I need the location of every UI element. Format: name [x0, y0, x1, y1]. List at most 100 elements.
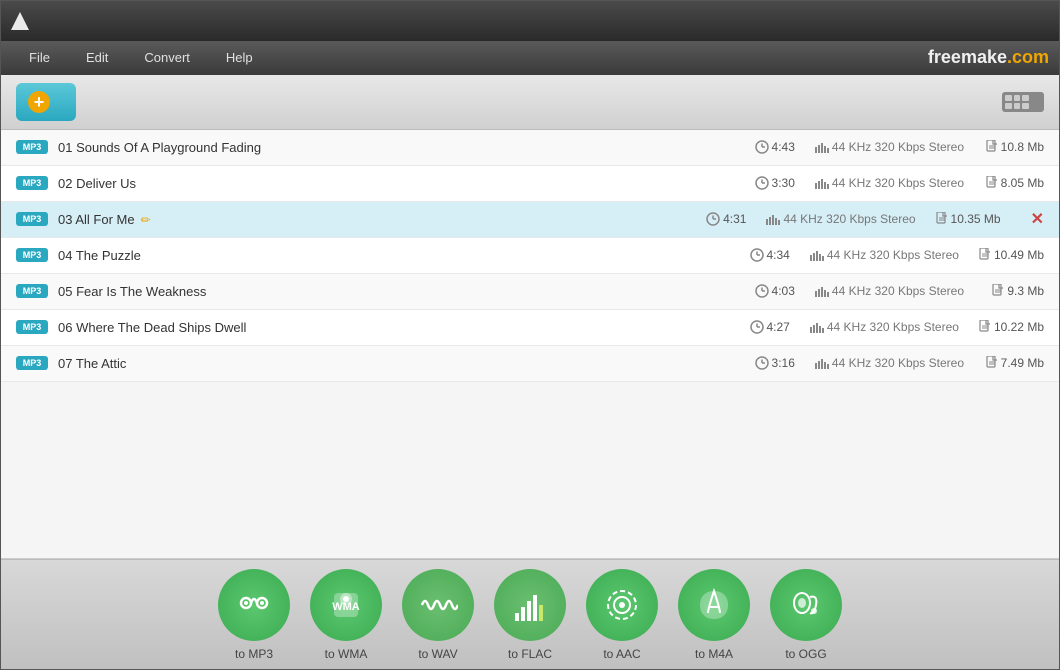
- file-name: 07 The Attic: [58, 356, 755, 371]
- menu-edit[interactable]: Edit: [68, 44, 126, 71]
- file-list-area: MP3 01 Sounds Of A Playground Fading 4:4…: [1, 130, 1059, 559]
- file-meta: 4:03 44 KHz 320 Kbps Stereo 9.3 Mb: [755, 284, 1044, 299]
- duration-icon: [755, 176, 769, 190]
- menu-convert[interactable]: Convert: [126, 44, 208, 71]
- file-duration: 4:31: [706, 212, 746, 227]
- mp3-badge: MP3: [16, 140, 48, 154]
- table-row[interactable]: MP3 03 All For Me✏ 4:31 44 KHz 320 Kbps …: [1, 202, 1059, 238]
- file-quality: 44 KHz 320 Kbps Stereo: [815, 140, 964, 154]
- convert-to-mp3-button[interactable]: to MP3: [218, 569, 290, 661]
- wav-label: to WAV: [418, 647, 457, 661]
- file-name: 06 Where The Dead Ships Dwell: [58, 320, 750, 335]
- menu-file[interactable]: File: [11, 44, 68, 71]
- app-window: File Edit Convert Help freemake.com +: [0, 0, 1060, 670]
- flac-label: to FLAC: [508, 647, 552, 661]
- title-bar-left: [9, 10, 39, 32]
- quality-icon: [766, 215, 780, 225]
- title-controls: [991, 13, 1051, 29]
- mp3-icon: [218, 569, 290, 641]
- mp3-icon-svg: [234, 585, 274, 625]
- convert-to-m4a-button[interactable]: to M4A: [678, 569, 750, 661]
- restore-button[interactable]: [1013, 13, 1029, 29]
- file-duration: 3:16: [755, 356, 795, 371]
- toggle-switch[interactable]: [1002, 92, 1044, 112]
- file-quality: 44 KHz 320 Kbps Stereo: [815, 284, 964, 298]
- file-size: 10.49 Mb: [979, 248, 1044, 263]
- duration-icon: [706, 212, 720, 226]
- edit-icon[interactable]: ✏: [141, 213, 151, 227]
- size-icon: [986, 140, 998, 154]
- toggle-off-label: [1032, 92, 1044, 112]
- convert-to-wma-button[interactable]: WMA to WMA: [310, 569, 382, 661]
- convert-to-ogg-button[interactable]: to OGG: [770, 569, 842, 661]
- ogg-label: to OGG: [785, 647, 826, 661]
- file-meta: 3:16 44 KHz 320 Kbps Stereo 7.49 Mb: [755, 356, 1044, 371]
- file-size: 8.05 Mb: [984, 176, 1044, 191]
- size-icon: [936, 212, 948, 226]
- quality-icon: [815, 143, 829, 153]
- quality-icon: [815, 179, 829, 189]
- file-meta: 3:30 44 KHz 320 Kbps Stereo 8.05 Mb: [755, 176, 1044, 191]
- title-bar: [1, 1, 1059, 41]
- convert-to-aac-button[interactable]: to AAC: [586, 569, 658, 661]
- toggle-grid-icon: [1002, 92, 1032, 112]
- join-files-control: [994, 92, 1044, 112]
- file-name: 03 All For Me✏: [58, 212, 706, 227]
- file-quality: 44 KHz 320 Kbps Stereo: [810, 320, 959, 334]
- minimize-button[interactable]: [991, 13, 1007, 29]
- mp3-badge: MP3: [16, 320, 48, 334]
- wma-icon-svg: WMA: [326, 585, 366, 625]
- menu-bar: File Edit Convert Help freemake.com: [1, 41, 1059, 75]
- flac-icon: [494, 569, 566, 641]
- aac-icon: [586, 569, 658, 641]
- size-icon: [986, 356, 998, 370]
- add-audio-button[interactable]: +: [16, 83, 76, 121]
- menu-help[interactable]: Help: [208, 44, 271, 71]
- table-row[interactable]: MP3 06 Where The Dead Ships Dwell 4:27 4…: [1, 310, 1059, 346]
- table-row[interactable]: MP3 07 The Attic 3:16 44 KHz 320 Kbps St…: [1, 346, 1059, 382]
- toolbar: +: [1, 75, 1059, 130]
- mp3-badge: MP3: [16, 176, 48, 190]
- file-size: 10.35 Mb: [936, 212, 1001, 227]
- table-row[interactable]: MP3 05 Fear Is The Weakness 4:03 44 KHz …: [1, 274, 1059, 310]
- duration-icon: [755, 356, 769, 370]
- convert-to-wav-button[interactable]: to WAV: [402, 569, 474, 661]
- table-row[interactable]: MP3 04 The Puzzle 4:34 44 KHz 320 Kbps S…: [1, 238, 1059, 274]
- file-name: 05 Fear Is The Weakness: [58, 284, 755, 299]
- duration-icon: [750, 248, 764, 262]
- mp3-badge: MP3: [16, 212, 48, 226]
- file-duration: 4:43: [755, 140, 795, 155]
- duration-icon: [755, 140, 769, 154]
- convert-to-flac-button[interactable]: to FLAC: [494, 569, 566, 661]
- delete-icon[interactable]: ✕: [1031, 209, 1044, 229]
- aac-label: to AAC: [603, 647, 640, 661]
- table-row[interactable]: MP3 02 Deliver Us 3:30 44 KHz 320 Kbps S…: [1, 166, 1059, 202]
- file-duration: 4:27: [750, 320, 790, 335]
- file-meta: 4:43 44 KHz 320 Kbps Stereo 10.8 Mb: [755, 140, 1044, 155]
- app-logo-icon: [9, 10, 31, 32]
- aac-icon-svg: [602, 585, 642, 625]
- file-meta: 4:34 44 KHz 320 Kbps Stereo 10.49 Mb: [750, 248, 1045, 263]
- mp3-badge: MP3: [16, 248, 48, 262]
- file-duration: 4:03: [755, 284, 795, 299]
- size-icon: [979, 248, 991, 262]
- close-button[interactable]: [1035, 13, 1051, 29]
- plus-icon: +: [28, 91, 50, 113]
- file-size: 10.8 Mb: [984, 140, 1044, 155]
- menu-items: File Edit Convert Help: [11, 44, 271, 71]
- file-size: 7.49 Mb: [984, 356, 1044, 371]
- file-quality: 44 KHz 320 Kbps Stereo: [766, 212, 915, 226]
- size-icon: [986, 176, 998, 190]
- file-list: MP3 01 Sounds Of A Playground Fading 4:4…: [1, 130, 1059, 559]
- table-row[interactable]: MP3 01 Sounds Of A Playground Fading 4:4…: [1, 130, 1059, 166]
- quality-icon: [815, 287, 829, 297]
- duration-icon: [750, 320, 764, 334]
- brand-logo: freemake.com: [928, 47, 1049, 68]
- file-size: 9.3 Mb: [984, 284, 1044, 299]
- file-meta: 4:31 44 KHz 320 Kbps Stereo 10.35 Mb ✕: [706, 209, 1044, 229]
- quality-icon: [810, 251, 824, 261]
- file-name: 02 Deliver Us: [58, 176, 755, 191]
- quality-icon: [815, 359, 829, 369]
- file-size: 10.22 Mb: [979, 320, 1044, 335]
- file-duration: 3:30: [755, 176, 795, 191]
